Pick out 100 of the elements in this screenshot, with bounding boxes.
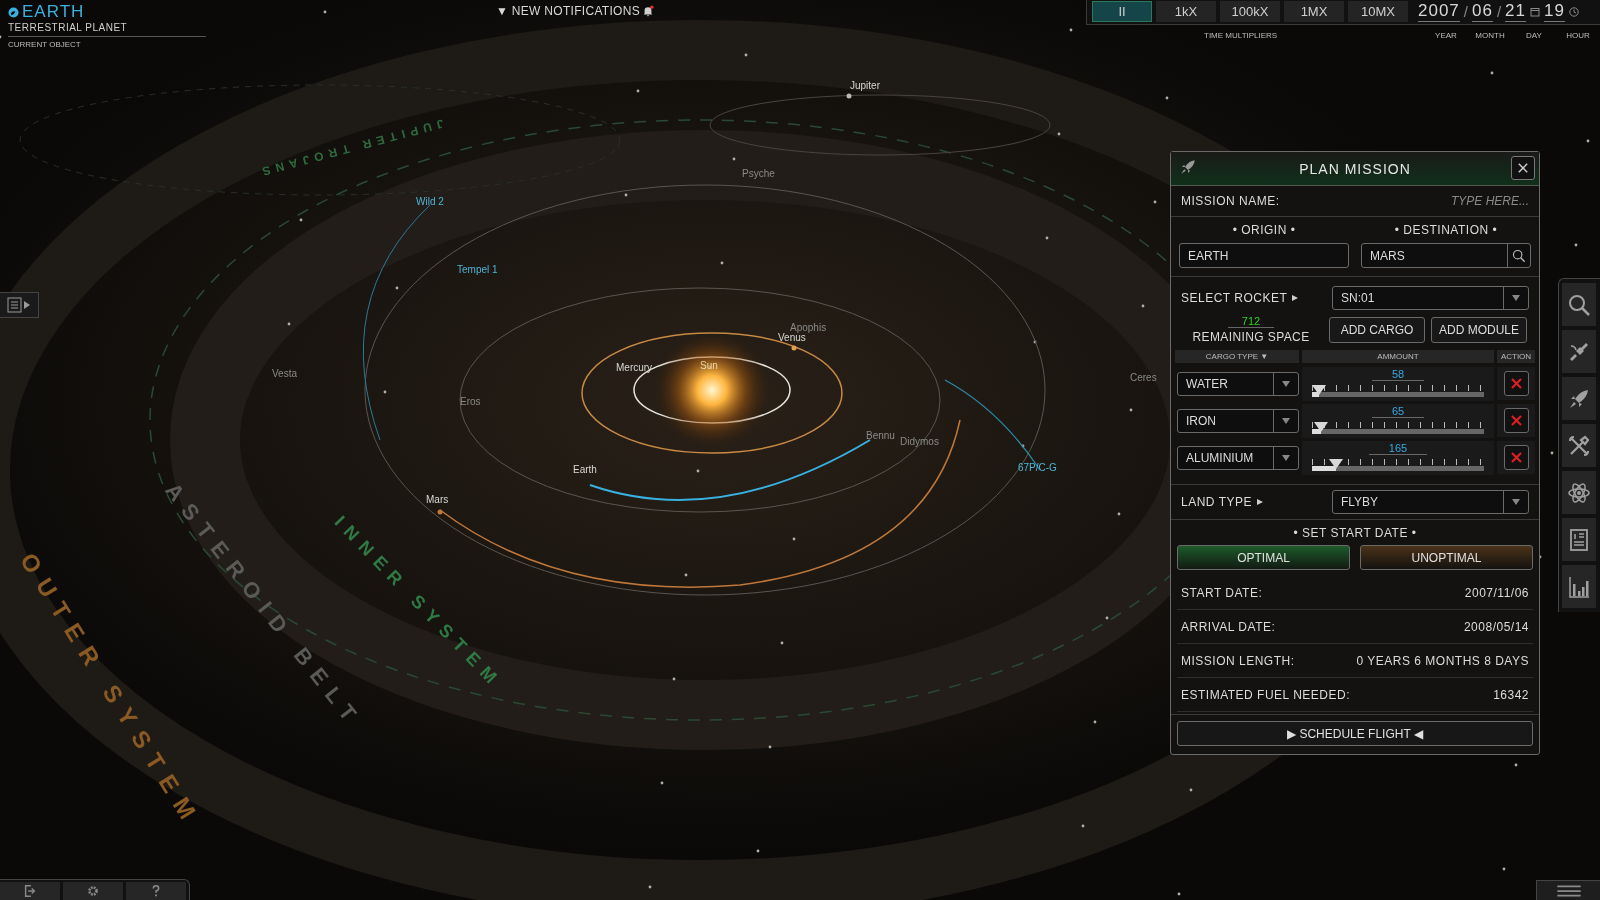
origin-field[interactable]: EARTH: [1179, 243, 1349, 268]
destination-label: • DESTINATION •: [1394, 223, 1498, 237]
planet-marker: [791, 345, 797, 351]
detail-label: ESTIMATED FUEL NEEDED:: [1181, 687, 1351, 702]
amount-value: 165: [1368, 441, 1428, 455]
date-caption: YEAR: [1434, 31, 1458, 40]
exit-icon: [23, 884, 37, 898]
amount-slider[interactable]: [1312, 421, 1484, 434]
remove-cargo-button[interactable]: [1503, 371, 1529, 396]
map-label[interactable]: 67P/C-G: [1018, 462, 1057, 473]
calendar-icon[interactable]: [1530, 6, 1540, 17]
date-value[interactable]: 06: [1472, 1, 1493, 22]
caret-icon: [1512, 295, 1520, 301]
select-rocket-label: SELECT ROCKET: [1181, 291, 1288, 305]
amount-slider[interactable]: [1312, 458, 1484, 471]
play-icon: [1255, 498, 1264, 506]
destination-field[interactable]: MARS: [1361, 243, 1531, 268]
slider-thumb[interactable]: [1313, 421, 1328, 432]
amount-slider[interactable]: [1312, 384, 1484, 397]
caret-icon: [1282, 417, 1290, 424]
finance-button[interactable]: [1562, 518, 1596, 561]
close-icon: [1509, 451, 1523, 464]
land-type-dropdown[interactable]: FLYBY: [1332, 490, 1529, 514]
map-label[interactable]: Psyche: [742, 168, 775, 179]
remove-cargo-button[interactable]: [1503, 408, 1529, 433]
planet-marker: [437, 509, 443, 515]
mission-name-field[interactable]: TYPE HERE...: [1279, 193, 1531, 209]
help-button[interactable]: [126, 882, 186, 900]
time-multiplier-button[interactable]: II: [1092, 1, 1152, 22]
clock-icon[interactable]: [1568, 6, 1579, 17]
play-icon: [1291, 294, 1300, 302]
satellite-button[interactable]: [1562, 330, 1596, 373]
column-header: CARGO TYPE ▼: [1175, 350, 1299, 363]
map-label[interactable]: Mercury: [616, 362, 653, 373]
date-value[interactable]: 21: [1505, 1, 1526, 22]
statistics-button[interactable]: [1562, 565, 1596, 608]
search-button[interactable]: [1562, 283, 1596, 326]
date-separator: /: [1496, 3, 1502, 20]
close-icon: [1509, 414, 1523, 427]
map-label[interactable]: Jupiter: [850, 80, 880, 91]
notifications-link[interactable]: ▼ NEW NOTIFICATIONS: [496, 4, 641, 18]
time-multiplier-button[interactable]: 1kX: [1156, 1, 1216, 22]
tools-icon: [1567, 433, 1591, 458]
map-label[interactable]: Venus: [778, 332, 806, 343]
time-multiplier-button[interactable]: 10MX: [1348, 1, 1408, 22]
date-option-button[interactable]: UNOPTIMAL: [1360, 545, 1533, 570]
slider-thumb[interactable]: [1329, 458, 1344, 469]
exit-button[interactable]: [0, 882, 60, 900]
settings-button[interactable]: [63, 882, 123, 900]
add-module-button[interactable]: ADD MODULE: [1431, 316, 1527, 343]
date-value[interactable]: 2007: [1418, 1, 1460, 22]
rocket-button[interactable]: [1562, 377, 1596, 420]
schedule-flight-button[interactable]: ▶ SCHEDULE FLIGHT ◀: [1177, 721, 1533, 746]
time-multiplier-button[interactable]: 100kX: [1220, 1, 1280, 22]
date-option-button[interactable]: OPTIMAL: [1177, 545, 1350, 570]
map-label[interactable]: Earth: [573, 464, 597, 475]
object-caption: CURRENT OBJECT: [8, 40, 82, 49]
tools-button[interactable]: [1562, 424, 1596, 467]
research-button[interactable]: [1562, 471, 1596, 514]
map-label[interactable]: Mars: [426, 494, 449, 505]
map-label[interactable]: Ceres: [1130, 372, 1157, 383]
map-label[interactable]: Vesta: [272, 368, 298, 379]
cargo-type-dropdown[interactable]: WATER: [1177, 371, 1299, 396]
detail-value: 2008/05/14: [1463, 619, 1529, 634]
atom-icon: [1567, 480, 1591, 505]
set-start-date-label: • SET START DATE •: [1292, 526, 1418, 540]
rocket-dropdown[interactable]: SN:01: [1332, 286, 1529, 310]
remaining-space-value: 712: [1227, 315, 1275, 328]
cargo-type-dropdown[interactable]: IRON: [1177, 408, 1299, 433]
rocket-icon: [1179, 158, 1197, 176]
settings-icon: [86, 884, 100, 898]
bell-icon[interactable]: [642, 5, 655, 17]
remove-cargo-button[interactable]: [1503, 445, 1529, 470]
date-caption: HOUR: [1565, 31, 1591, 40]
object-type: TERRESTRIAL PLANET: [8, 22, 206, 37]
detail-value: 16342: [1493, 687, 1529, 702]
close-button[interactable]: [1511, 156, 1535, 180]
add-cargo-button[interactable]: ADD CARGO: [1329, 316, 1425, 343]
origin-label: • ORIGIN •: [1232, 223, 1296, 237]
map-label[interactable]: Apophis: [790, 322, 827, 333]
cargo-type-dropdown[interactable]: ALUMINIUM: [1177, 445, 1299, 470]
map-label[interactable]: Tempel 1: [457, 264, 498, 275]
panel-toggle-button[interactable]: [0, 292, 39, 318]
land-type-label: LAND TYPE: [1181, 495, 1252, 509]
date-value[interactable]: 19: [1544, 1, 1565, 22]
document-icon: [7, 297, 31, 313]
detail-label: START DATE:: [1181, 585, 1263, 600]
map-label[interactable]: Wild 2: [416, 196, 444, 207]
time-multiplier-button[interactable]: 1MX: [1284, 1, 1344, 22]
date-caption: MONTH: [1474, 31, 1506, 40]
close-icon: [1509, 377, 1523, 390]
amount-value: 58: [1371, 367, 1425, 381]
menu-icon: [1554, 883, 1583, 898]
menu-button[interactable]: [1536, 880, 1600, 900]
map-label[interactable]: Didymos: [900, 436, 939, 447]
detail-value: 2007/11/06: [1464, 585, 1529, 600]
column-header: ACTION: [1497, 350, 1535, 363]
map-label[interactable]: Eros: [460, 396, 481, 407]
map-label[interactable]: Bennu: [866, 430, 895, 441]
slider-thumb[interactable]: [1311, 384, 1326, 395]
